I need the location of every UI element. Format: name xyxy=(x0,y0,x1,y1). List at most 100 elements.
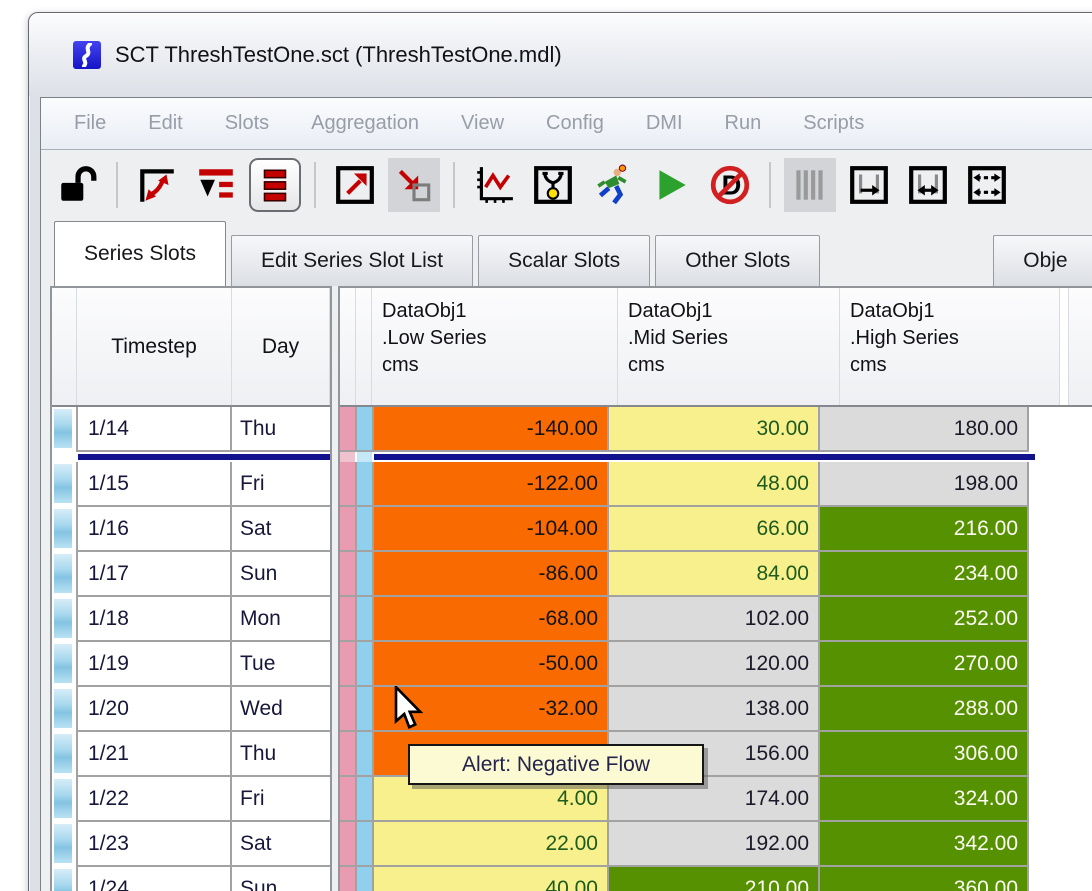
value-cell[interactable]: 324.00 xyxy=(820,777,1029,822)
menu-file[interactable]: File xyxy=(53,112,127,135)
day-column-header[interactable]: Day xyxy=(232,288,330,405)
value-cell[interactable]: 30.00 xyxy=(609,407,820,452)
value-cell[interactable]: 288.00 xyxy=(820,687,1029,732)
flag-strip-pink[interactable] xyxy=(340,867,357,891)
value-cell[interactable]: 210.00 xyxy=(609,867,820,891)
flag-strip-blue[interactable] xyxy=(357,777,374,822)
row-selector[interactable] xyxy=(52,687,78,732)
slot-config-icon[interactable] xyxy=(527,158,579,212)
pivot-timesteps-icon[interactable] xyxy=(131,158,183,212)
value-cell[interactable]: 216.00 xyxy=(820,507,1029,552)
menu-edit[interactable]: Edit xyxy=(127,112,203,135)
flag-strip-blue[interactable] xyxy=(357,642,374,687)
tab-other-slots[interactable]: Other Slots xyxy=(655,235,820,286)
column-header-mid-series[interactable]: DataObj1 .Mid Series cms xyxy=(618,288,840,405)
expand-slot-icon[interactable] xyxy=(329,158,381,212)
timestep-cell[interactable]: 1/22 xyxy=(78,777,232,822)
row-selector[interactable] xyxy=(52,822,78,867)
fit-all-columns-icon[interactable] xyxy=(961,158,1013,212)
timestep-cell[interactable]: 1/14 xyxy=(78,407,232,452)
menu-dmi[interactable]: DMI xyxy=(625,112,704,135)
row-selector[interactable] xyxy=(52,597,78,642)
row-selector[interactable] xyxy=(52,552,78,597)
menu-run[interactable]: Run xyxy=(704,112,783,135)
lock-open-icon[interactable] xyxy=(51,158,103,212)
value-cell[interactable]: -68.00 xyxy=(374,597,609,642)
value-cell[interactable]: -104.00 xyxy=(374,507,609,552)
tab-series-slots[interactable]: Series Slots xyxy=(54,221,226,286)
menu-aggregation[interactable]: Aggregation xyxy=(290,112,440,135)
flag-strip-blue[interactable] xyxy=(357,552,374,597)
timestep-cell[interactable]: 1/16 xyxy=(78,507,232,552)
timestep-cell[interactable]: 1/23 xyxy=(78,822,232,867)
value-cell[interactable]: 234.00 xyxy=(820,552,1029,597)
disable-dmi-icon[interactable]: D xyxy=(704,158,756,212)
row-selector[interactable] xyxy=(52,407,78,452)
flag-strip-pink[interactable] xyxy=(340,552,357,597)
value-cell[interactable]: 48.00 xyxy=(609,462,820,507)
value-cell[interactable]: 270.00 xyxy=(820,642,1029,687)
value-cell[interactable]: 138.00 xyxy=(609,687,820,732)
tab-edit-series-slot-list[interactable]: Edit Series Slot List xyxy=(231,235,473,286)
start-run-icon[interactable] xyxy=(645,158,697,212)
plot-slot-icon[interactable] xyxy=(468,158,520,212)
flag-strip-pink[interactable] xyxy=(340,597,357,642)
value-cell[interactable]: 360.00 xyxy=(820,867,1029,891)
menu-slots[interactable]: Slots xyxy=(204,112,290,135)
row-selector[interactable] xyxy=(52,777,78,822)
value-cell[interactable]: 252.00 xyxy=(820,597,1029,642)
value-cell[interactable]: 40.00 xyxy=(374,867,609,891)
flag-strip-blue[interactable] xyxy=(357,597,374,642)
flag-strip-blue[interactable] xyxy=(357,462,374,507)
value-cell[interactable]: 120.00 xyxy=(609,642,820,687)
timestep-column-header[interactable]: Timestep xyxy=(77,288,232,405)
shrink-slot-icon[interactable] xyxy=(388,158,440,212)
flag-strip-pink[interactable] xyxy=(340,462,357,507)
list-view-icon[interactable] xyxy=(249,158,301,212)
row-selector[interactable] xyxy=(52,462,78,507)
flag-strip-blue[interactable] xyxy=(357,507,374,552)
aggregation-view-icon[interactable] xyxy=(190,158,242,212)
value-cell[interactable]: 306.00 xyxy=(820,732,1029,777)
flag-strip-blue[interactable] xyxy=(357,407,374,452)
flag-strip-pink[interactable] xyxy=(340,822,357,867)
menu-config[interactable]: Config xyxy=(525,112,625,135)
column-header-high-series[interactable]: DataObj1 .High Series cms xyxy=(840,288,1060,405)
timestep-cell[interactable]: 1/20 xyxy=(78,687,232,732)
value-cell[interactable]: -50.00 xyxy=(374,642,609,687)
value-cell[interactable]: 66.00 xyxy=(609,507,820,552)
flag-strip-blue[interactable] xyxy=(357,822,374,867)
run-control-icon[interactable] xyxy=(586,158,638,212)
flag-strip-pink[interactable] xyxy=(340,777,357,822)
timestep-cell[interactable]: 1/15 xyxy=(78,462,232,507)
value-cell[interactable]: 180.00 xyxy=(820,407,1029,452)
column-lines-icon[interactable] xyxy=(784,158,836,212)
menu-scripts[interactable]: Scripts xyxy=(782,112,885,135)
timestep-cell[interactable]: 1/17 xyxy=(78,552,232,597)
timestep-cell[interactable]: 1/21 xyxy=(78,732,232,777)
value-cell[interactable]: -122.00 xyxy=(374,462,609,507)
flag-strip-pink[interactable] xyxy=(340,507,357,552)
row-selector[interactable] xyxy=(52,867,78,891)
timestep-cell[interactable]: 1/19 xyxy=(78,642,232,687)
tab-obje[interactable]: Obje xyxy=(993,235,1092,286)
timestep-cell[interactable]: 1/24 xyxy=(78,867,232,891)
value-cell[interactable]: -86.00 xyxy=(374,552,609,597)
fit-column-width-icon[interactable] xyxy=(902,158,954,212)
set-column-width-icon[interactable] xyxy=(843,158,895,212)
row-selector[interactable] xyxy=(52,732,78,777)
title-bar[interactable]: SCT ThreshTestOne.sct (ThreshTestOne.mdl… xyxy=(29,13,1092,96)
flag-strip-pink[interactable] xyxy=(340,642,357,687)
tab-scalar-slots[interactable]: Scalar Slots xyxy=(478,235,650,286)
column-header-low-series[interactable]: DataObj1 .Low Series cms xyxy=(372,288,618,405)
flag-strip-blue[interactable] xyxy=(357,867,374,891)
flag-strip-pink[interactable] xyxy=(340,407,357,452)
menu-view[interactable]: View xyxy=(440,112,525,135)
flag-strip-blue[interactable] xyxy=(357,732,374,777)
value-cell[interactable]: 342.00 xyxy=(820,822,1029,867)
value-cell[interactable]: 22.00 xyxy=(374,822,609,867)
flag-strip-pink[interactable] xyxy=(340,687,357,732)
row-selector[interactable] xyxy=(52,507,78,552)
value-cell[interactable]: -140.00 xyxy=(374,407,609,452)
flag-strip-pink[interactable] xyxy=(340,732,357,777)
